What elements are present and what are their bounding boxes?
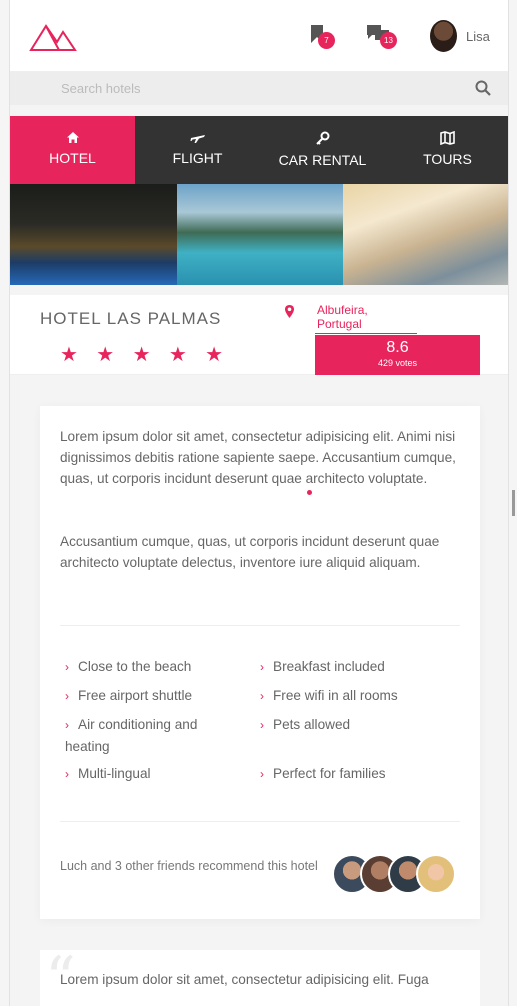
divider	[60, 625, 460, 626]
amenity-item: › Multi-lingual	[65, 766, 151, 781]
home-icon	[66, 132, 79, 143]
description-paragraph: Accusantium cumque, quas, ut corporis in…	[60, 534, 440, 570]
chevron-right-icon: ›	[65, 660, 69, 674]
bookmark-count-badge: 7	[318, 32, 335, 49]
messages-button[interactable]: 13	[366, 24, 397, 49]
search-bar	[10, 72, 508, 105]
friend-avatars[interactable]	[332, 854, 462, 896]
amenity-item: › Pets allowed	[260, 717, 351, 732]
hotel-photo-pool[interactable]	[176, 184, 344, 285]
tab-tours[interactable]: TOURS	[385, 116, 508, 184]
search-icon[interactable]	[475, 80, 491, 96]
tab-car-rental[interactable]: CAR RENTAL	[260, 116, 385, 184]
amenity-item: › Free wifi in all rooms	[260, 688, 398, 703]
star-rating: ★ ★ ★ ★ ★	[60, 342, 230, 366]
user-name: Lisa	[466, 28, 490, 44]
top-header: 7 13 Lisa	[10, 0, 508, 72]
friends-recommend-text: Luch and 3 other friends recommend this …	[60, 859, 318, 873]
chevron-right-icon: ›	[65, 767, 69, 781]
hotel-info: HOTEL LAS PALMAS ★ ★ ★ ★ ★ Albufeira, Po…	[10, 295, 508, 375]
category-tabs: HOTEL FLIGHT CAR RENTAL TOURS	[10, 116, 508, 184]
tab-flight[interactable]: FLIGHT	[135, 116, 260, 184]
hotel-name: HOTEL LAS PALMAS	[40, 309, 222, 328]
plane-icon	[190, 135, 205, 143]
location-link[interactable]: Albufeira, Portugal	[315, 303, 417, 334]
chevron-right-icon: ›	[65, 718, 69, 732]
tab-tours-label: TOURS	[423, 151, 472, 167]
description-paragraph: Lorem ipsum dolor sit amet, consectetur …	[60, 429, 456, 486]
scrollbar-handle[interactable]	[512, 490, 515, 516]
description-card: Lorem ipsum dolor sit amet, consectetur …	[40, 406, 480, 919]
divider	[60, 821, 460, 822]
photo-gallery	[10, 184, 508, 285]
review-card: “ Lorem ipsum dolor sit amet, consectetu…	[40, 944, 480, 1006]
chevron-right-icon: ›	[260, 767, 264, 781]
amenity-item: › Breakfast included	[260, 659, 385, 674]
chevron-right-icon: ›	[260, 718, 264, 732]
hotel-photo-night-pool[interactable]	[10, 184, 177, 285]
amenity-item: › Perfect for families	[260, 766, 386, 781]
logo-icon[interactable]	[29, 18, 77, 56]
bookmark-button[interactable]: 7	[310, 24, 335, 49]
chevron-right-icon: ›	[260, 689, 264, 703]
user-menu[interactable]: Lisa	[430, 20, 490, 52]
score-box: 8.6 429 votes	[315, 335, 480, 375]
avatar	[430, 20, 457, 52]
messages-count-badge: 13	[380, 32, 397, 49]
search-input[interactable]	[10, 72, 508, 105]
friend-avatar[interactable]	[416, 854, 456, 894]
tab-hotel[interactable]: HOTEL	[10, 116, 135, 184]
cursor-dot	[307, 490, 312, 495]
key-icon	[315, 131, 329, 145]
tab-flight-label: FLIGHT	[172, 150, 223, 166]
hotel-photo-terrace[interactable]	[343, 184, 508, 285]
app-frame: 7 13 Lisa HOTEL	[9, 0, 509, 1006]
chevron-right-icon: ›	[260, 660, 264, 674]
chevron-right-icon: ›	[65, 689, 69, 703]
review-text: Lorem ipsum dolor sit amet, consectetur …	[60, 972, 429, 987]
amenity-item: › Close to the beach	[65, 659, 192, 674]
amenity-item: › Air conditioning and heating	[65, 717, 198, 754]
map-icon	[440, 131, 455, 145]
amenity-item: › Free airport shuttle	[65, 688, 193, 703]
tab-hotel-label: HOTEL	[49, 150, 96, 166]
tab-car-rental-label: CAR RENTAL	[278, 152, 367, 168]
rating-score: 8.6	[386, 339, 409, 356]
votes-count: 429 votes	[377, 358, 418, 368]
location-pin-icon	[285, 305, 294, 318]
